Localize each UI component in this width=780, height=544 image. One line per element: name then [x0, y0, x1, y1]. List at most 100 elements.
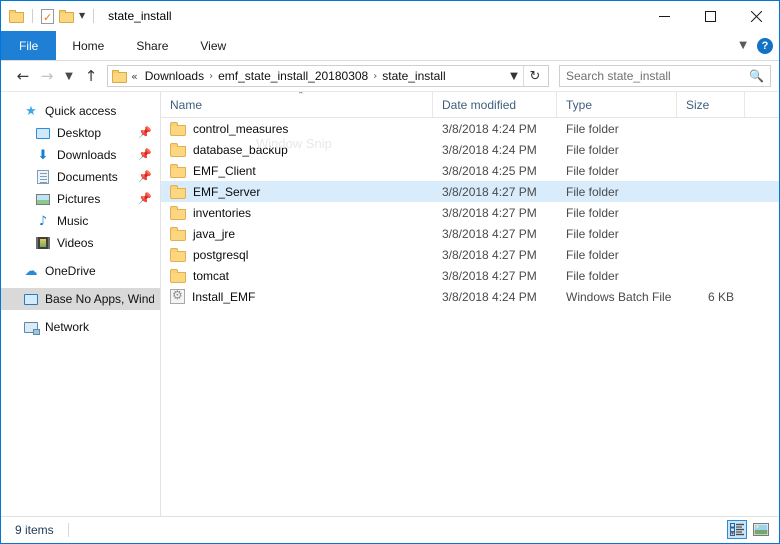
date-modified-cell: 3/8/2018 4:27 PM — [442, 205, 537, 220]
status-divider — [67, 522, 69, 537]
address-dropdown-chevron-icon[interactable]: ▼ — [505, 66, 523, 86]
search-icon[interactable]: 🔍 — [749, 69, 764, 83]
file-name-cell[interactable]: postgresql — [161, 247, 433, 262]
address-bar[interactable]: « Downloads › emf_state_install_20180308… — [107, 65, 549, 87]
pin-icon[interactable]: 📌 — [138, 170, 152, 183]
table-row[interactable]: java_jre 3/8/2018 4:27 PM File folder — [161, 223, 779, 244]
ribbon-right-controls: ▼ ? — [739, 31, 773, 60]
file-name-cell[interactable]: inventories — [161, 205, 433, 220]
tab-home[interactable]: Home — [56, 31, 120, 60]
file-name-cell[interactable]: EMF_Client — [161, 163, 433, 178]
details-view-button[interactable] — [727, 520, 747, 539]
date-modified-cell: 3/8/2018 4:27 PM — [442, 268, 537, 283]
file-name-cell[interactable]: java_jre — [161, 226, 433, 241]
up-button[interactable]: ↑ — [79, 65, 103, 87]
file-name-cell[interactable]: database_backup — [161, 142, 433, 157]
table-row[interactable]: database_backup 3/8/2018 4:24 PM File fo… — [161, 139, 779, 160]
sidebar-item-downloads[interactable]: ⬇ Downloads 📌 — [1, 144, 160, 166]
column-header-type[interactable]: Type — [557, 92, 677, 117]
chevron-down-icon[interactable]: ▼ — [79, 12, 85, 20]
large-icons-view-button[interactable] — [751, 520, 771, 539]
table-row[interactable]: EMF_Server 3/8/2018 4:27 PM File folder — [161, 181, 779, 202]
table-row[interactable]: postgresql 3/8/2018 4:27 PM File folder — [161, 244, 779, 265]
tab-file[interactable]: File — [1, 31, 57, 60]
item-count-label: 9 items — [15, 522, 54, 537]
onedrive-cloud-icon: ☁ — [24, 263, 38, 279]
sidebar-item-desktop[interactable]: Desktop 📌 — [1, 122, 160, 144]
sidebar-item-quick-access[interactable]: ★ Quick access — [1, 100, 160, 122]
breadcrumb-item-emf-state-install[interactable]: emf_state_install_20180308 — [214, 69, 372, 83]
folder-icon — [170, 268, 186, 283]
sidebar-item-onedrive[interactable]: ☁ OneDrive — [1, 260, 160, 282]
column-header-size[interactable]: Size — [677, 92, 745, 117]
folder-icon — [170, 163, 186, 178]
search-input[interactable]: Search state_install — [566, 69, 749, 83]
sidebar-item-pictures[interactable]: Pictures 📌 — [1, 188, 160, 210]
sidebar-item-label: Desktop — [57, 126, 102, 140]
navigation-pane: ★ Quick access Desktop 📌 ⬇ Downloads 📌 D… — [1, 92, 161, 516]
sidebar-item-videos[interactable]: Videos — [1, 232, 160, 254]
file-name-cell[interactable]: tomcat — [161, 268, 433, 283]
sidebar-item-label: Videos — [57, 236, 94, 250]
type-cell: File folder — [566, 142, 619, 157]
back-button[interactable]: ← — [11, 65, 35, 87]
ribbon-tab-strip: File Home Share View ▼ ? — [1, 31, 779, 61]
date-modified-cell: 3/8/2018 4:24 PM — [442, 289, 537, 304]
table-row[interactable]: control_measures 3/8/2018 4:24 PM File f… — [161, 118, 779, 139]
file-name-label: java_jre — [193, 226, 236, 241]
table-row[interactable]: EMF_Client 3/8/2018 4:25 PM File folder — [161, 160, 779, 181]
table-row[interactable]: inventories 3/8/2018 4:27 PM File folder — [161, 202, 779, 223]
tab-share[interactable]: Share — [120, 31, 184, 60]
breadcrumb-overflow-icon[interactable]: « — [127, 70, 141, 83]
column-header-name[interactable]: Name ⌃ — [161, 92, 433, 117]
breadcrumb-item-downloads[interactable]: Downloads — [141, 69, 208, 83]
folder-icon[interactable] — [9, 9, 24, 23]
breadcrumb-item-state-install[interactable]: state_install — [378, 69, 449, 83]
file-rows: control_measures 3/8/2018 4:24 PM File f… — [161, 118, 779, 307]
file-name-cell[interactable]: control_measures — [161, 121, 433, 136]
search-box[interactable]: Search state_install 🔍 — [559, 65, 771, 87]
status-bar: 9 items — [1, 516, 779, 542]
file-explorer-window: ✓ ▼ state_install File Home Share View ▼… — [0, 0, 780, 544]
column-header-name-label: Name — [170, 97, 203, 112]
folder-icon — [170, 121, 186, 136]
table-row[interactable]: tomcat 3/8/2018 4:27 PM File folder — [161, 265, 779, 286]
minimize-button[interactable] — [641, 1, 687, 31]
folder-icon — [170, 205, 186, 220]
file-name-cell[interactable]: Install_EMF — [161, 289, 433, 304]
sidebar-item-label: OneDrive — [45, 264, 96, 278]
tab-view[interactable]: View — [184, 31, 242, 60]
file-name-cell[interactable]: EMF_Server — [161, 184, 433, 199]
new-folder-icon[interactable] — [59, 9, 74, 23]
pictures-icon — [35, 191, 51, 207]
sidebar-item-this-pc[interactable]: Base No Apps, Windo — [1, 288, 160, 310]
maximize-button[interactable] — [687, 1, 733, 31]
refresh-icon[interactable]: ↻ — [524, 66, 546, 86]
table-row[interactable]: Install_EMF 3/8/2018 4:24 PM Windows Bat… — [161, 286, 779, 307]
downloads-arrow-icon: ⬇ — [37, 147, 49, 163]
sidebar-item-documents[interactable]: Documents 📌 — [1, 166, 160, 188]
type-cell: Windows Batch File — [566, 289, 672, 304]
sidebar-item-music[interactable]: ♪ Music — [1, 210, 160, 232]
folder-icon — [170, 184, 186, 199]
toolbar-divider — [32, 9, 33, 23]
type-cell: File folder — [566, 226, 619, 241]
help-icon[interactable]: ? — [757, 37, 773, 54]
sort-ascending-icon: ⌃ — [297, 92, 305, 101]
close-button[interactable] — [733, 1, 779, 31]
sidebar-item-label: Quick access — [45, 104, 117, 118]
pin-icon[interactable]: 📌 — [138, 192, 152, 205]
column-header-date-modified[interactable]: Date modified — [433, 92, 557, 117]
pin-icon[interactable]: 📌 — [138, 148, 152, 161]
recent-locations-button[interactable]: ▼ — [59, 65, 79, 87]
type-cell: File folder — [566, 184, 619, 199]
type-cell: File folder — [566, 205, 619, 220]
quick-access-toolbar: ✓ ▼ state_install — [1, 1, 172, 31]
expand-ribbon-chevron-icon[interactable]: ▼ — [739, 40, 747, 51]
forward-button[interactable]: → — [35, 65, 59, 87]
videos-icon — [35, 235, 51, 251]
pin-icon[interactable]: 📌 — [138, 126, 152, 139]
sidebar-item-network[interactable]: Network — [1, 316, 160, 338]
properties-icon[interactable]: ✓ — [41, 8, 54, 24]
file-list-pane: Name ⌃ Date modified Type Size control_m… — [161, 92, 779, 516]
